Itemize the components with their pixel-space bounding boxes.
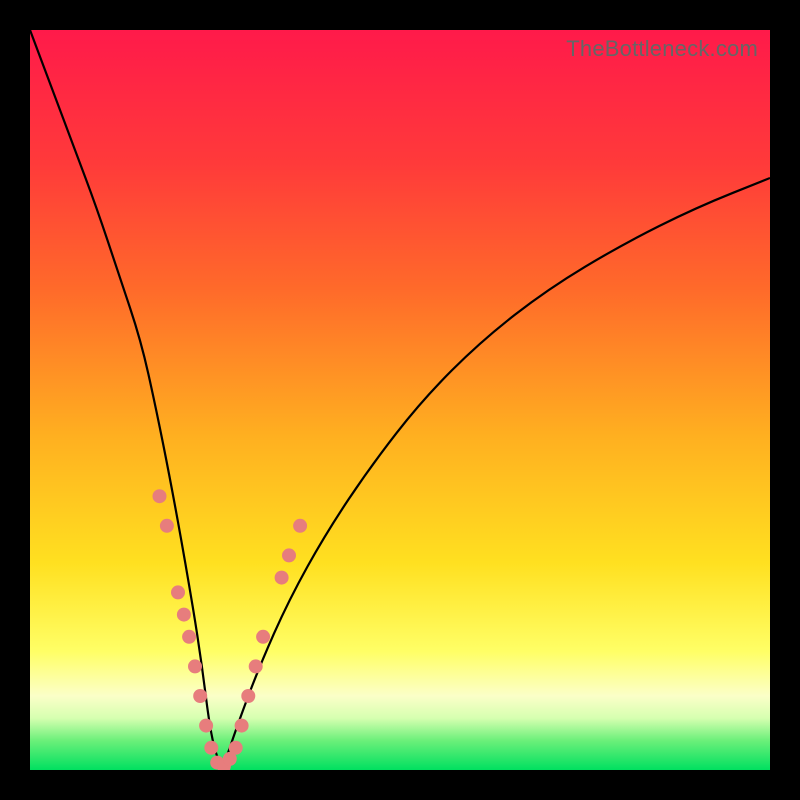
sample-points	[153, 489, 308, 770]
plot-area: TheBottleneck.com	[30, 30, 770, 770]
sample-point	[199, 719, 213, 733]
sample-point	[171, 585, 185, 599]
sample-point	[188, 659, 202, 673]
watermark-text: TheBottleneck.com	[566, 36, 758, 62]
chart-frame: TheBottleneck.com	[0, 0, 800, 800]
sample-point	[293, 519, 307, 533]
sample-point	[177, 608, 191, 622]
sample-point	[249, 659, 263, 673]
sample-point	[160, 519, 174, 533]
sample-point	[153, 489, 167, 503]
sample-point	[282, 548, 296, 562]
curve-layer	[30, 30, 770, 770]
bottleneck-curve	[30, 30, 770, 761]
sample-point	[241, 689, 255, 703]
sample-point	[182, 630, 196, 644]
sample-point	[235, 719, 249, 733]
sample-point	[256, 630, 270, 644]
sample-point	[229, 741, 243, 755]
sample-point	[204, 741, 218, 755]
sample-point	[193, 689, 207, 703]
sample-point	[275, 571, 289, 585]
